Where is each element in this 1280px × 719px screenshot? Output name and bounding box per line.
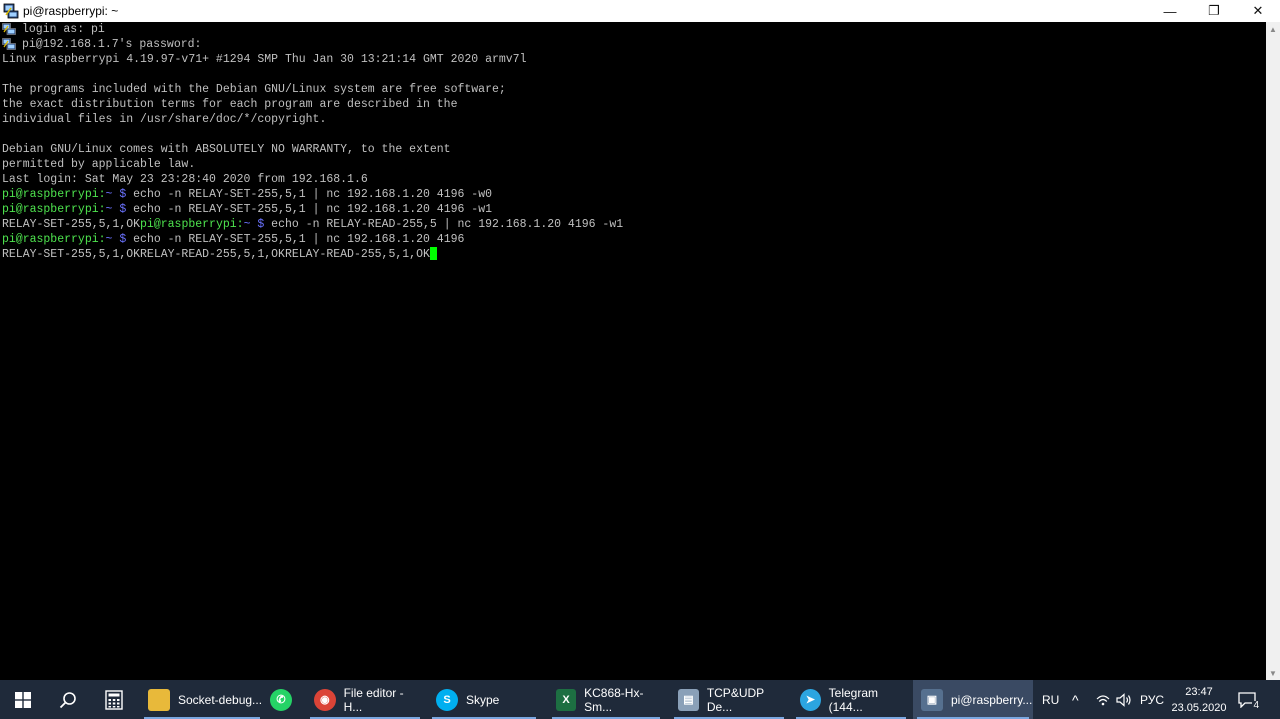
clock-time: 23:47 (1185, 686, 1213, 698)
command-text: echo -n RELAY-SET-255,5,1 | nc 192.168.1… (126, 233, 465, 246)
language-indicator[interactable]: RU (1042, 680, 1059, 719)
folder-icon (148, 688, 170, 711)
close-button[interactable]: ✕ (1236, 0, 1280, 22)
putty-icon (3, 3, 19, 19)
close-icon: ✕ (1252, 3, 1264, 18)
taskbar-app-excel[interactable]: X KC868-Hx-Sm... (548, 680, 664, 719)
line-text: The programs included with the Debian GN… (2, 83, 506, 96)
prompt-path: ~ $ (243, 218, 265, 231)
terminal-line: pi@192.168.1.7's password: (2, 37, 623, 52)
terminal-line: login as: pi (2, 22, 623, 37)
terminal-cursor (429, 247, 437, 261)
vertical-scrollbar[interactable]: ▲ ▼ (1266, 22, 1280, 680)
terminal-line: RELAY-SET-255,5,1,OKRELAY-READ-255,5,1,O… (2, 247, 623, 262)
putty-icon: ▣ (921, 688, 943, 711)
maximize-button[interactable]: ❐ (1192, 0, 1236, 22)
prompt-user-host: pi@raspberrypi: (2, 188, 106, 201)
calculator-button[interactable] (92, 680, 136, 719)
command-text: echo -n RELAY-SET-255,5,1 | nc 192.168.1… (126, 188, 493, 201)
whatsapp-icon: ✆ (270, 688, 292, 711)
terminal-line: pi@raspberrypi:~ $ echo -n RELAY-SET-255… (2, 202, 623, 217)
terminal-line: Linux raspberrypi 4.19.97-v71+ #1294 SMP… (2, 52, 623, 67)
line-text: Last login: Sat May 23 23:28:40 2020 fro… (2, 173, 368, 186)
taskbar-app-label: Telegram (144... (828, 685, 878, 714)
line-text: login as: pi (22, 23, 105, 36)
line-text: Debian GNU/Linux comes with ABSOLUTELY N… (2, 143, 451, 156)
volume-button[interactable] (1116, 680, 1132, 719)
terminal-line: permitted by applicable law. (2, 157, 623, 172)
prompt-user-host: pi@raspberrypi: (2, 203, 106, 216)
command-text: echo -n RELAY-SET-255,5,1 | nc 192.168.1… (126, 203, 493, 216)
terminal-line: individual files in /usr/share/doc/*/cop… (2, 112, 623, 127)
putty-icon (2, 38, 16, 50)
terminal-area[interactable]: login as: pi pi@192.168.1.7's password: Li… (0, 22, 1266, 680)
line-text: permitted by applicable law. (2, 158, 196, 171)
terminal-line: The programs included with the Debian GN… (2, 82, 623, 97)
taskbar-app-putty[interactable]: ▣ pi@raspberry... (913, 680, 1033, 719)
start-button[interactable] (0, 680, 46, 719)
taskbar: Socket-debug... ✆ ◉ File editor - H... S Skyp… (0, 680, 1280, 719)
minimize-button[interactable]: — (1148, 0, 1192, 22)
wifi-button[interactable] (1096, 680, 1110, 719)
terminal-line: pi@raspberrypi:~ $ echo -n RELAY-SET-255… (2, 232, 623, 247)
wifi-icon (1096, 694, 1110, 705)
minimize-icon: — (1163, 3, 1177, 19)
scroll-down-arrow-icon[interactable]: ▼ (1266, 666, 1280, 680)
taskbar-app-label: Skype (466, 692, 500, 707)
clock-date: 23.05.2020 (1171, 702, 1227, 714)
taskbar-app-folder[interactable]: Socket-debug... (140, 680, 264, 719)
line-text: pi@192.168.1.7's password: (22, 38, 202, 51)
notification-count: 4 (1252, 699, 1260, 711)
taskbar-app-whatsapp[interactable]: ✆ (262, 680, 300, 719)
window-title: pi@raspberrypi: ~ (23, 4, 119, 18)
line-text: the exact distribution terms for each pr… (2, 98, 458, 111)
excel-icon: X (556, 688, 577, 711)
keyboard-layout-indicator[interactable]: РУС (1140, 680, 1164, 719)
line-text: individual files in /usr/share/doc/*/cop… (2, 113, 327, 126)
command-text: echo -n RELAY-READ-255,5 | nc 192.168.1.… (264, 218, 624, 231)
prompt-path: ~ $ (105, 233, 127, 246)
prompt-path: ~ $ (105, 203, 127, 216)
terminal-line: RELAY-SET-255,5,1,OKpi@raspberrypi:~ $ e… (2, 217, 623, 232)
tray-overflow-button[interactable]: ^ (1072, 680, 1079, 719)
taskbar-app-label: pi@raspberry... (951, 692, 1033, 707)
chevron-up-icon: ^ (1072, 691, 1079, 708)
putty-icon (2, 23, 16, 35)
prompt-path: ~ $ (105, 188, 127, 201)
taskbar-app-label: KC868-Hx-Sm... (584, 685, 644, 714)
skype-icon: S (436, 688, 458, 711)
search-button[interactable] (46, 680, 90, 719)
telegram-icon: ➤ (800, 688, 821, 711)
clock[interactable]: 23:47 23.05.2020 (1167, 684, 1231, 716)
window-titlebar[interactable]: pi@raspberrypi: ~ — ❐ ✕ (0, 0, 1280, 22)
taskbar-app-chrome[interactable]: ◉ File editor - H... (306, 680, 424, 719)
calculator-icon (105, 689, 123, 710)
scroll-up-arrow-icon[interactable]: ▲ (1266, 22, 1280, 36)
search-icon (59, 691, 76, 708)
terminal-output: login as: pi pi@192.168.1.7's password: Li… (2, 22, 623, 262)
taskbar-app-label: Socket-debug... (178, 692, 263, 707)
taskbar-app-telegram[interactable]: ➤ Telegram (144... (792, 680, 910, 719)
terminal-line: the exact distribution terms for each pr… (2, 97, 623, 112)
taskbar-app-skype[interactable]: S Skype (428, 680, 540, 719)
line-text: RELAY-SET-255,5,1,OKRELAY-READ-255,5,1,O… (2, 248, 430, 261)
tcpudp-icon: ▤ (678, 688, 699, 711)
prompt-user-host: pi@raspberrypi: (2, 233, 106, 246)
terminal-line: pi@raspberrypi:~ $ echo -n RELAY-SET-255… (2, 187, 623, 202)
chrome-icon: ◉ (314, 688, 336, 711)
speaker-icon (1116, 692, 1131, 707)
restore-icon: ❐ (1208, 3, 1220, 18)
terminal-line: Last login: Sat May 23 23:28:40 2020 fro… (2, 172, 623, 187)
windows-logo-icon (15, 691, 31, 708)
taskbar-app-tcpudp[interactable]: ▤ TCP&UDP De... (670, 680, 788, 719)
output-text: RELAY-SET-255,5,1,OK (2, 218, 141, 231)
prompt-user-host: pi@raspberrypi: (140, 218, 244, 231)
taskbar-app-label: File editor - H... (343, 685, 404, 714)
taskbar-app-label: TCP&UDP De... (706, 685, 764, 714)
action-center-button[interactable]: 4 (1238, 680, 1260, 719)
terminal-line: Debian GNU/Linux comes with ABSOLUTELY N… (2, 142, 623, 157)
line-text: Linux raspberrypi 4.19.97-v71+ #1294 SMP… (2, 53, 527, 66)
